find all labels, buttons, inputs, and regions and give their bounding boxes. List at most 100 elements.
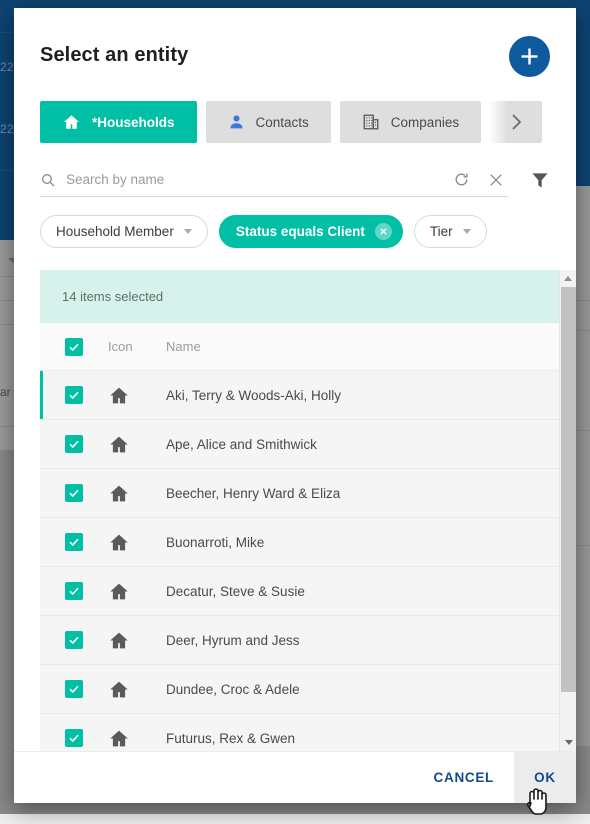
check-icon: [69, 538, 79, 547]
home-icon: [108, 728, 166, 749]
table-row[interactable]: Beecher, Henry Ward & Eliza: [40, 469, 559, 518]
scrollbar-thumb[interactable]: [560, 287, 576, 692]
tab-label: *Households: [92, 114, 175, 130]
triangle-down-icon: [564, 740, 573, 745]
background-bottom-strip: [0, 814, 590, 824]
search-input[interactable]: [66, 172, 439, 187]
clear-search-button[interactable]: [484, 172, 508, 188]
background-right-column: [574, 186, 590, 746]
plus-icon: [521, 48, 538, 65]
row-checkbox-cell: [40, 631, 108, 649]
background-divider: [574, 330, 590, 331]
chip-tier[interactable]: Tier: [413, 215, 487, 248]
entity-name: Deer, Hyrum and Jess: [166, 632, 300, 648]
triangle-up-icon: [564, 276, 572, 281]
background-navy-topbar: [0, 0, 590, 8]
tab-households[interactable]: *Households: [40, 101, 197, 143]
scroll-down-button[interactable]: [560, 734, 576, 751]
chip-label: Tier: [429, 224, 453, 239]
entity-name: Beecher, Henry Ward & Eliza: [166, 485, 341, 501]
entity-name: Futurus, Rex & Gwen: [166, 730, 296, 746]
selection-count-banner: 14 items selected: [40, 270, 559, 323]
table-row[interactable]: Futurus, Rex & Gwen: [40, 714, 559, 751]
row-checkbox[interactable]: [65, 631, 83, 649]
background-navy-sidebar-right: [574, 0, 590, 186]
entity-list: 14 items selected Icon Name Aki, Terry &…: [40, 270, 559, 751]
tab-companies[interactable]: Companies: [339, 101, 482, 143]
table-row[interactable]: Decatur, Steve & Susie: [40, 567, 559, 616]
search-icon: [40, 172, 56, 188]
background-divider: [574, 430, 590, 431]
chip-household-member[interactable]: Household Member: [40, 215, 208, 248]
entity-list-area: 14 items selected Icon Name Aki, Terry &…: [14, 270, 576, 751]
row-checkbox-cell: [40, 484, 108, 502]
chip-status-equals-client[interactable]: Status equals Client: [218, 215, 403, 248]
row-checkbox[interactable]: [65, 582, 83, 600]
add-entity-button[interactable]: [509, 36, 550, 77]
entity-name: Buonarroti, Mike: [166, 534, 265, 550]
tab-label: Contacts: [255, 114, 309, 130]
tab-label: Companies: [390, 114, 460, 130]
home-icon: [108, 385, 166, 406]
check-icon: [69, 636, 79, 645]
row-checkbox-cell: [40, 386, 108, 404]
funnel-icon: [532, 173, 548, 188]
home-icon: [62, 113, 81, 131]
home-icon: [108, 581, 166, 602]
chevron-right-icon: [511, 114, 521, 130]
search-row: [40, 163, 550, 197]
check-icon: [69, 587, 79, 596]
refresh-button[interactable]: [449, 171, 474, 188]
table-row[interactable]: Buonarroti, Mike: [40, 518, 559, 567]
home-icon: [108, 483, 166, 504]
list-scrollbar[interactable]: [559, 270, 576, 751]
ok-button[interactable]: OK: [514, 751, 576, 803]
chip-label: Household Member: [56, 224, 174, 239]
select-all-checkbox[interactable]: [65, 337, 83, 356]
scrollbar-track[interactable]: [560, 287, 577, 751]
home-icon: [108, 532, 166, 553]
chip-label: Status equals Client: [235, 224, 365, 239]
remove-filter-button[interactable]: [374, 223, 392, 240]
background-text-fragment: ar: [0, 385, 11, 399]
home-icon: [108, 630, 166, 651]
entity-name: Ape, Alice and Smithwick: [166, 436, 317, 452]
table-row[interactable]: Aki, Terry & Woods-Aki, Holly: [40, 371, 559, 420]
background-divider: [574, 300, 590, 301]
background-divider: [574, 545, 590, 546]
remove-icon: [380, 228, 387, 235]
row-checkbox[interactable]: [65, 435, 83, 453]
tab-contacts[interactable]: Contacts: [205, 101, 331, 143]
dialog-header: Select an entity: [14, 8, 576, 77]
check-icon: [69, 489, 79, 498]
background-year-label: 22: [0, 60, 14, 74]
table-row[interactable]: Deer, Hyrum and Jess: [40, 616, 559, 665]
tabs-next-button[interactable]: [490, 101, 543, 143]
table-row[interactable]: Ape, Alice and Smithwick: [40, 420, 559, 469]
entity-name: Dundee, Croc & Adele: [166, 681, 300, 697]
chevron-down-icon: [462, 229, 471, 234]
row-checkbox-cell: [40, 680, 108, 698]
refresh-icon: [455, 173, 468, 186]
page-title: Select an entity: [40, 44, 189, 66]
row-checkbox-cell: [40, 533, 108, 551]
row-checkbox-cell: [40, 582, 108, 600]
column-header-name: Name: [166, 339, 201, 354]
select-all-cell: [40, 337, 108, 356]
table-row[interactable]: Dundee, Croc & Adele: [40, 665, 559, 714]
check-icon: [69, 734, 79, 743]
scroll-up-button[interactable]: [559, 270, 576, 287]
select-entity-dialog: Select an entity *Households Contacts Co…: [14, 8, 576, 803]
search-box: [40, 163, 508, 197]
building-icon: [362, 113, 380, 131]
background-year-label: 22: [0, 122, 14, 136]
check-icon: [69, 685, 79, 694]
row-checkbox[interactable]: [65, 533, 83, 551]
filter-button[interactable]: [530, 170, 550, 190]
chevron-down-icon: [183, 229, 192, 234]
row-checkbox[interactable]: [65, 729, 83, 747]
row-checkbox[interactable]: [65, 680, 83, 698]
cancel-button[interactable]: CANCEL: [414, 752, 514, 804]
row-checkbox[interactable]: [65, 386, 83, 404]
row-checkbox[interactable]: [65, 484, 83, 502]
